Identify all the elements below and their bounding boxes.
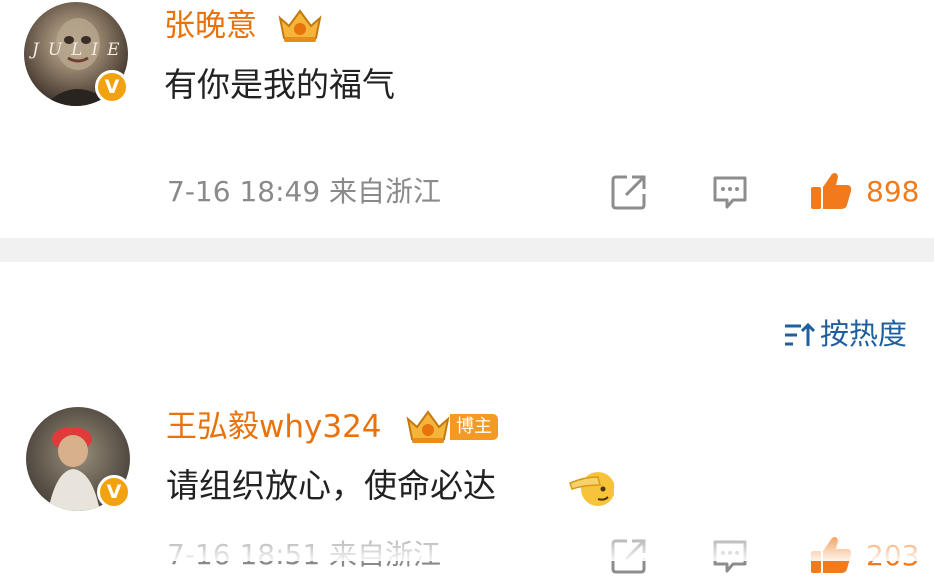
sort-icon xyxy=(783,321,816,349)
crown-badge-icon xyxy=(276,8,324,44)
section-divider xyxy=(0,238,934,262)
comment-text: 有你是我的福气 xyxy=(164,65,395,104)
comment-icon[interactable] xyxy=(711,174,749,210)
like-count: 898 xyxy=(866,175,920,208)
avatar-text: JULIE xyxy=(32,40,128,60)
verified-badge: V xyxy=(95,70,129,104)
repost-icon[interactable] xyxy=(610,173,648,211)
salute-emoji-icon xyxy=(568,465,615,509)
crown-badge-icon xyxy=(404,409,452,445)
verified-badge: V xyxy=(97,475,131,509)
comment-text: 请组织放心，使命必达 xyxy=(166,466,496,505)
sort-label: 按热度 xyxy=(820,317,908,351)
thumbs-up-icon[interactable] xyxy=(808,170,854,212)
username[interactable]: 张晚意 xyxy=(164,6,257,46)
blogger-tag: 博主 xyxy=(450,414,498,440)
comment-item: JULIE V 张晚意 有你是我的福气 7-16 18:49 来自浙江 898 xyxy=(0,0,934,238)
sort-toggle[interactable]: 按热度 xyxy=(780,316,920,354)
scroll-fade xyxy=(0,528,934,561)
username[interactable]: 王弘毅why324 xyxy=(166,407,382,447)
comment-meta: 7-16 18:49 来自浙江 xyxy=(167,175,442,208)
